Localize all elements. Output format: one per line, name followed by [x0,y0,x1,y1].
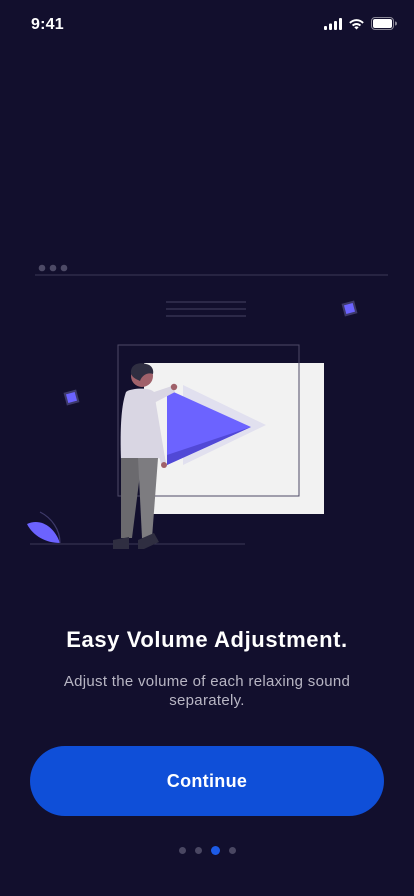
page-dot[interactable] [228,847,236,854]
status-bar: 9:41 [0,0,414,50]
page-dot-active[interactable] [210,846,220,855]
status-time: 9:41 [31,16,64,33]
page-dot[interactable] [178,847,186,854]
battery-icon [371,17,397,30]
continue-button[interactable]: Continue [30,746,384,816]
onboarding-subtitle: Adjust the volume of each relaxing sound… [63,673,351,709]
wifi-icon [349,18,364,29]
person-video-player-illustration [27,264,388,549]
browser-dots-icon [38,264,68,272]
page-indicator [0,846,414,855]
onboarding-title: Easy Volume Adjustment. [66,627,348,652]
status-icons [324,17,398,30]
cellular-signal-icon [324,17,342,30]
page-dot[interactable] [194,847,202,854]
leaf-icon [27,511,61,544]
